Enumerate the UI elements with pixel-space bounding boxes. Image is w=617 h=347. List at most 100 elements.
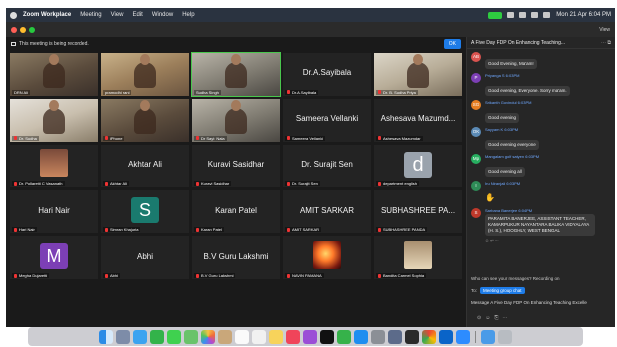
participant-tile[interactable]: pramodhi rani: [101, 53, 189, 96]
finder-icon[interactable]: [99, 329, 113, 344]
participant-name-display: Dr.A.Sayibala: [302, 68, 352, 78]
participant-tile[interactable]: Dr.A.Sayibala Dr.A.Sayibala: [283, 53, 371, 96]
participant-label: department english: [376, 181, 420, 187]
participant-tile[interactable]: Dr. Surajit Sen Dr. Surajit Sen: [283, 144, 371, 188]
chat-message-input[interactable]: [470, 297, 613, 307]
participant-name-display: Abhi: [136, 251, 153, 261]
app-menu[interactable]: Zoom Workplace: [23, 12, 71, 18]
messages-icon[interactable]: [167, 329, 181, 344]
participant-tile[interactable]: AMIT SARKAR AMIT SARKAR: [283, 190, 371, 234]
launchpad-icon[interactable]: [116, 329, 130, 344]
system-settings-icon[interactable]: [371, 329, 385, 344]
chrome-icon[interactable]: [422, 329, 436, 344]
participant-tile[interactable]: DRN Ali: [10, 53, 98, 96]
menu-meeting[interactable]: Meeting: [80, 12, 101, 18]
recording-icon: [11, 42, 16, 46]
participant-tile[interactable]: Ashesava Mazumd... Ashesava Mazumdar: [374, 98, 462, 142]
trash-icon[interactable]: [498, 329, 512, 344]
app-store-icon[interactable]: [354, 329, 368, 344]
more-icon[interactable]: ⋯: [502, 315, 511, 321]
message-meta: Iru Niranjali 6:03PM: [485, 181, 521, 186]
participant-tile[interactable]: Hari Nair Hari Nair: [10, 190, 98, 234]
iphone-mirroring-icon[interactable]: [405, 329, 419, 344]
participant-video: [225, 99, 247, 134]
participant-tile-active-speaker[interactable]: Sudha Singh: [191, 52, 281, 97]
chat-visibility-notice[interactable]: Who can see your messages? Recording on: [471, 276, 560, 281]
zoom-icon[interactable]: [456, 329, 470, 344]
participant-label: Sameera Vellanki: [285, 135, 326, 141]
chat-messages[interactable]: AB Good Evening, Ma'am! P Priyanga S 6:0…: [467, 50, 616, 274]
chat-more-icon[interactable]: ⋯ ⧉: [601, 40, 611, 46]
zoom-window: View This meeting is being recorded. OK …: [6, 22, 615, 327]
close-window-button[interactable]: [11, 26, 17, 33]
notes-icon[interactable]: [269, 329, 283, 344]
photos-icon[interactable]: [201, 329, 215, 344]
menu-edit[interactable]: Edit: [133, 12, 143, 18]
menubar-clock[interactable]: Mon 21 Apr 6:04 PM: [556, 12, 611, 18]
participant-tile[interactable]: M Megha Dujaretti: [10, 236, 98, 280]
participant-tile[interactable]: Abhi Abhi: [101, 236, 189, 280]
safari-icon[interactable]: [133, 329, 147, 344]
menu-view[interactable]: View: [111, 12, 124, 18]
message-reactions[interactable]: ☺ ↩ ⋯: [485, 238, 612, 243]
participant-tile[interactable]: SUBHASHREE PA... SUBHASHREE PANDA: [374, 190, 462, 234]
participant-label: Megha Dujaretti: [12, 273, 50, 279]
view-button[interactable]: View: [599, 27, 610, 33]
mic-muted-icon: [287, 227, 290, 232]
reminders-icon[interactable]: [252, 329, 266, 344]
participant-tile[interactable]: S Simran Khajuria: [101, 190, 189, 234]
participant-label: Sudha Singh: [194, 89, 221, 95]
recording-ok-button[interactable]: OK: [443, 39, 461, 49]
participant-name-display: Hari Nair: [38, 205, 70, 215]
chat-message: I Iru Niranjali 6:03PM ✋: [471, 181, 612, 205]
message-meta: Priyanga S 6:03PM: [485, 73, 520, 78]
numbers-icon[interactable]: [337, 329, 351, 344]
participant-tile[interactable]: Dr. Sudha: [10, 98, 98, 142]
participant-label: DRN Ali: [12, 89, 31, 95]
preview-icon[interactable]: [388, 329, 402, 344]
participant-tile[interactable]: Akhtar Ali Akhtar Ali: [101, 144, 189, 188]
wifi-icon[interactable]: [507, 12, 515, 18]
participant-tile[interactable]: NAVIN PAMANA: [283, 236, 371, 280]
dock-separator: [475, 330, 476, 343]
calendar-icon[interactable]: [235, 329, 249, 344]
recipient-dropdown[interactable]: Meeting group chat: [480, 287, 525, 294]
mic-muted-icon: [287, 273, 290, 278]
participant-tile[interactable]: Bandita Carmel Sophia: [374, 236, 462, 280]
battery-icon[interactable]: [519, 12, 527, 18]
participant-tile[interactable]: Kuravi Sasidhar Kuravi Sasidhar: [192, 144, 280, 188]
participant-label: Dr. B. Sudha Priya: [376, 89, 418, 95]
participant-tile[interactable]: Sameera Vellanki Sameera Vellanki: [283, 98, 371, 142]
menu-help[interactable]: Help: [182, 12, 194, 18]
participant-tile[interactable]: Karan Patel Karan Patel: [192, 190, 280, 234]
downloads-icon[interactable]: [481, 329, 495, 344]
participant-tile[interactable]: Dr. B. Sudha Priya: [374, 53, 462, 96]
control-center-icon[interactable]: [543, 12, 551, 18]
participant-tile[interactable]: d department english: [374, 144, 462, 188]
participant-label: Karan Patel: [194, 227, 224, 233]
facetime-icon[interactable]: [150, 329, 164, 344]
search-icon[interactable]: [531, 12, 539, 18]
participant-label: SUBHASHREE PANDA: [376, 227, 428, 233]
participant-tile[interactable]: Dr. Pollaretti C Vasanath: [10, 144, 98, 188]
maps-icon[interactable]: [184, 329, 198, 344]
music-icon[interactable]: [286, 329, 300, 344]
title-bar: View: [6, 22, 615, 37]
participant-tile[interactable]: iPhone: [101, 98, 189, 142]
emoji-icon[interactable]: ☺: [485, 315, 494, 321]
menu-window[interactable]: Window: [152, 12, 173, 18]
zoom-status-icon[interactable]: [488, 11, 503, 19]
fullscreen-window-button[interactable]: [29, 26, 35, 33]
participant-tile[interactable]: Dr Sayi: Nala: [192, 98, 280, 142]
participant-tile[interactable]: B.V Guru Lakshmi B.V Guru Lakshmi: [192, 236, 280, 280]
tv-icon[interactable]: [320, 329, 334, 344]
participant-name-display: Akhtar Ali: [128, 160, 162, 170]
participant-name-display: Ashesava Mazumd...: [380, 114, 456, 124]
outlook-icon[interactable]: [439, 329, 453, 344]
contacts-icon[interactable]: [218, 329, 232, 344]
apple-icon[interactable]: [10, 11, 17, 19]
minimize-window-button[interactable]: [20, 26, 26, 33]
format-icon[interactable]: ⊙: [477, 315, 485, 321]
podcasts-icon[interactable]: [303, 329, 317, 344]
participant-label: Abhi: [103, 273, 121, 279]
